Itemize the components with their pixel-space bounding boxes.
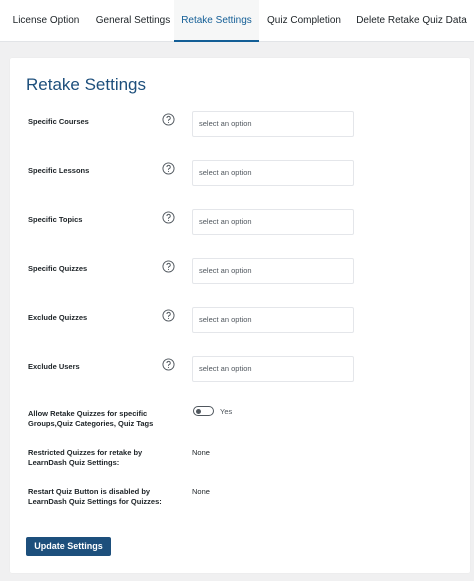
toggle-knob <box>196 408 201 414</box>
exclude-quizzes-select[interactable]: select an option <box>192 307 354 333</box>
field-label: Specific Lessons <box>28 166 90 175</box>
tab-quiz-completion[interactable]: Quiz Completion <box>259 0 349 42</box>
tab-retake-settings[interactable]: Retake Settings <box>174 0 259 42</box>
specific-lessons-select[interactable]: select an option <box>192 160 354 186</box>
update-settings-button[interactable]: Update Settings <box>26 537 111 556</box>
info-value: None <box>192 448 210 457</box>
exclude-users-select[interactable]: select an option <box>192 356 354 382</box>
help-icon[interactable] <box>162 162 175 175</box>
help-icon[interactable] <box>162 113 175 126</box>
tab-license-option[interactable]: License Option <box>0 0 92 42</box>
select-placeholder: select an option <box>199 315 252 324</box>
help-icon[interactable] <box>162 309 175 322</box>
page-title: Retake Settings <box>26 75 147 94</box>
field-label: Specific Courses <box>28 117 89 126</box>
field-label: Specific Topics <box>28 215 83 224</box>
specific-topics-select[interactable]: select an option <box>192 209 354 235</box>
select-placeholder: select an option <box>199 119 252 128</box>
select-placeholder: select an option <box>199 217 252 226</box>
help-icon[interactable] <box>162 358 175 371</box>
help-icon[interactable] <box>162 211 175 224</box>
field-label: Allow Retake Quizzes for specific Groups… <box>28 409 154 428</box>
specific-quizzes-select[interactable]: select an option <box>192 258 354 284</box>
toggle-label: Yes <box>220 407 233 416</box>
select-placeholder: select an option <box>199 266 252 275</box>
info-label: Restart Quiz Button is disabled by Learn… <box>28 487 162 506</box>
select-placeholder: select an option <box>199 364 252 373</box>
info-value: None <box>192 487 210 496</box>
allow-retake-toggle[interactable] <box>193 406 214 416</box>
tab-delete-retake-quiz-data[interactable]: Delete Retake Quiz Data <box>349 0 474 42</box>
field-label: Specific Quizzes <box>28 264 88 273</box>
specific-courses-select[interactable]: select an option <box>192 111 354 137</box>
tab-general-settings[interactable]: General Settings <box>92 0 174 42</box>
settings-tabs: License Option General Settings Retake S… <box>0 0 474 42</box>
field-label: Exclude Users <box>28 362 80 371</box>
field-label: Exclude Quizzes <box>28 313 88 322</box>
retake-settings-panel: Retake Settings Specific Courses select … <box>10 58 470 573</box>
help-icon[interactable] <box>162 260 175 273</box>
select-placeholder: select an option <box>199 168 252 177</box>
info-label: Restricted Quizzes for retake by LearnDa… <box>28 448 143 467</box>
